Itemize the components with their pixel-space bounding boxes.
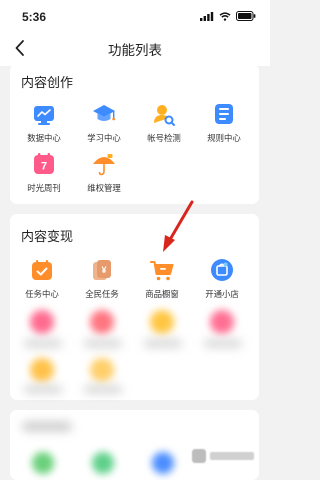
item-label: 维权管理 xyxy=(87,183,121,193)
item-label: 学习中心 xyxy=(87,133,121,143)
learning-center-item[interactable]: 学习中心 xyxy=(76,102,132,144)
data-center-item[interactable]: 数据中心 xyxy=(16,102,72,144)
status-time: 5:36 xyxy=(22,10,47,24)
blurred-section xyxy=(10,410,259,480)
item-label: 开通小店 xyxy=(205,289,239,299)
weekly-journal-item[interactable]: 7 时光周刊 xyxy=(16,152,72,194)
chart-icon xyxy=(32,102,56,126)
shop-bag-icon xyxy=(210,258,234,282)
item-label: 商品橱窗 xyxy=(145,289,179,299)
section-title: 内容变现 xyxy=(21,229,74,244)
blurred-icon xyxy=(92,452,114,474)
account-check-item[interactable]: 帐号检测 xyxy=(136,102,192,144)
signal-icon xyxy=(200,11,214,21)
blurred-icon xyxy=(90,310,114,334)
blurred-icon xyxy=(32,452,54,474)
page-title: 功能列表 xyxy=(108,43,162,58)
status-icons xyxy=(200,11,256,21)
umbrella-icon xyxy=(92,152,116,176)
blurred-label xyxy=(144,340,182,347)
product-showcase-item[interactable]: 商品橱窗 xyxy=(134,258,190,300)
money-bag-icon: ¥ xyxy=(90,258,114,282)
shopping-cart-icon xyxy=(150,258,174,282)
section-title: 内容创作 xyxy=(21,75,74,90)
content-monetization-section: 内容变现 任务中心 ¥ 全民任务 商品橱窗 开通小店 xyxy=(10,214,259,400)
open-shop-item[interactable]: 开通小店 xyxy=(194,258,250,300)
calendar-icon: 7 xyxy=(32,152,56,176)
item-label: 任务中心 xyxy=(25,289,59,299)
item-label: 帐号检测 xyxy=(147,133,181,143)
blurred-label xyxy=(24,386,62,393)
rules-center-item[interactable]: 规则中心 xyxy=(196,102,252,144)
task-calendar-icon xyxy=(30,258,54,282)
blurred-label xyxy=(204,340,242,347)
blurred-label xyxy=(24,340,62,347)
blurred-label xyxy=(84,386,122,393)
blurred-icon xyxy=(90,358,114,382)
graduation-cap-icon xyxy=(92,102,116,126)
navigation-bar: 功能列表 xyxy=(0,30,270,66)
wifi-icon xyxy=(219,11,231,21)
blurred-icon xyxy=(30,358,54,382)
blurred-icon xyxy=(30,310,54,334)
status-bar: 5:36 xyxy=(0,0,270,30)
blurred-icon xyxy=(150,310,174,334)
task-center-item[interactable]: 任务中心 xyxy=(14,258,70,300)
battery-icon xyxy=(236,11,256,21)
item-label: 时光周刊 xyxy=(27,183,61,193)
item-label: 数据中心 xyxy=(27,133,61,143)
blurred-heading xyxy=(22,422,72,431)
rights-management-item[interactable]: 维权管理 xyxy=(76,152,132,194)
public-tasks-item[interactable]: ¥ 全民任务 xyxy=(74,258,130,300)
item-label: 规则中心 xyxy=(207,133,241,143)
blurred-icon xyxy=(152,452,174,474)
user-search-icon xyxy=(152,102,176,126)
content-creation-section: 内容创作 数据中心 学习中心 帐号检测 规则中心 7 时光周刊 维权管理 xyxy=(10,64,259,204)
calendar-day-text: 7 xyxy=(41,161,47,173)
svg-text:¥: ¥ xyxy=(101,265,106,275)
item-label: 全民任务 xyxy=(85,289,119,299)
document-icon xyxy=(212,102,236,126)
blurred-icon xyxy=(210,310,234,334)
watermark-logo xyxy=(192,446,256,468)
blurred-label xyxy=(84,340,122,347)
